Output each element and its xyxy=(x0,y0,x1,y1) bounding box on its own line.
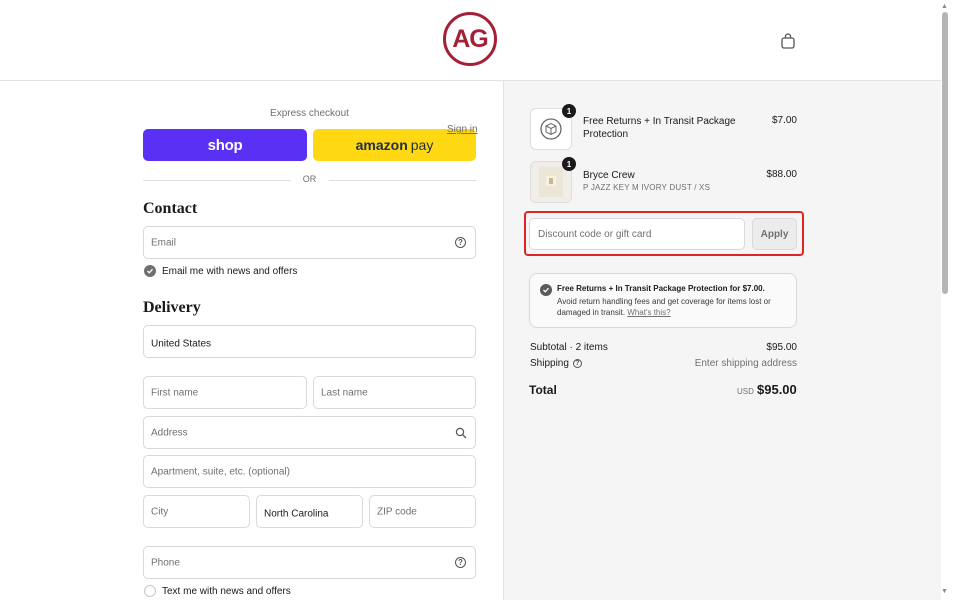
shop-pay-label: shop xyxy=(207,136,243,154)
amazon-pay-suffix: pay xyxy=(410,137,434,153)
delivery-title: Delivery xyxy=(143,299,201,316)
product-price: $7.00 xyxy=(771,115,797,126)
total-currency: USD xyxy=(737,387,754,396)
shopping-bag-icon[interactable] xyxy=(781,33,795,49)
shipping-value: Enter shipping address xyxy=(694,358,797,369)
product-price: $88.00 xyxy=(766,169,797,180)
newsletter-checkbox[interactable] xyxy=(144,265,156,277)
apply-label: Apply xyxy=(760,228,789,240)
product-name: Free Returns + In Transit Package Protec… xyxy=(583,116,736,140)
city-placeholder: City xyxy=(151,506,169,517)
scroll-up-arrow-icon[interactable]: ▲ xyxy=(941,3,948,10)
subtotal-label: Subtotal · 2 items xyxy=(530,342,608,353)
discount-code-input[interactable]: Discount code or gift card xyxy=(529,218,745,250)
protection-description: Avoid return handling fees and get cover… xyxy=(557,296,787,318)
last-name-field[interactable]: Last name xyxy=(313,376,476,409)
sms-checkbox-row[interactable]: Text me with news and offers xyxy=(144,585,291,597)
city-field[interactable]: City xyxy=(143,495,250,528)
first-name-field[interactable]: First name xyxy=(143,376,307,409)
phone-field[interactable]: Phone ? xyxy=(143,546,476,579)
total-label: Total xyxy=(529,383,557,397)
product-variant: P JAZZ KEY M IVORY DUST / XS xyxy=(583,183,711,192)
email-field[interactable]: Email ? xyxy=(143,226,476,259)
country-select[interactable]: United States xyxy=(143,325,476,358)
address-field[interactable]: Address xyxy=(143,416,476,449)
express-checkout-label: Express checkout xyxy=(270,108,349,119)
sms-checkbox[interactable] xyxy=(144,585,156,597)
newsletter-checkbox-row[interactable]: Email me with news and offers xyxy=(144,265,297,277)
sign-in-link[interactable]: Sign in xyxy=(447,124,478,135)
check-icon xyxy=(543,287,549,293)
discount-placeholder: Discount code or gift card xyxy=(538,229,652,240)
country-value: United States xyxy=(151,338,212,350)
shipping-label-row: Shipping ? xyxy=(530,358,582,369)
protection-title: Free Returns + In Transit Package Protec… xyxy=(557,284,765,293)
subtotal-value: $95.00 xyxy=(766,342,797,353)
brand-logo[interactable]: AG xyxy=(443,12,497,66)
last-name-placeholder: Last name xyxy=(321,387,368,398)
product-name: Bryce Crew xyxy=(583,170,635,181)
apartment-field[interactable]: Apartment, suite, etc. (optional) xyxy=(143,455,476,488)
address-placeholder: Address xyxy=(151,427,188,438)
total-value: $95.00 xyxy=(757,382,797,397)
checkout-header: AG xyxy=(0,0,941,81)
apartment-placeholder: Apartment, suite, etc. (optional) xyxy=(151,466,290,477)
state-select[interactable]: North Carolina xyxy=(256,495,363,528)
package-protection-box[interactable]: Free Returns + In Transit Package Protec… xyxy=(529,273,797,328)
shipping-label: Shipping xyxy=(530,358,569,369)
shop-pay-button[interactable]: shop xyxy=(143,129,307,161)
brand-logo-text: AG xyxy=(452,24,488,53)
email-placeholder: Email xyxy=(151,237,177,248)
amazon-pay-label: amazon xyxy=(355,137,408,153)
newsletter-label: Email me with news and offers xyxy=(162,265,298,277)
sms-label: Text me with news and offers xyxy=(162,585,291,597)
zip-field[interactable]: ZIP code xyxy=(369,495,476,528)
scroll-down-arrow-icon[interactable]: ▼ xyxy=(941,588,948,595)
zip-placeholder: ZIP code xyxy=(377,506,417,517)
quantity-badge: 1 xyxy=(562,157,576,171)
search-icon[interactable] xyxy=(455,427,467,439)
scrollbar-thumb[interactable] xyxy=(942,12,948,294)
phone-placeholder: Phone xyxy=(151,557,180,568)
or-label: OR xyxy=(302,174,317,184)
or-divider: OR xyxy=(143,173,476,187)
help-icon[interactable]: ? xyxy=(455,236,467,249)
state-value: North Carolina xyxy=(264,508,329,520)
first-name-placeholder: First name xyxy=(151,387,199,398)
quantity-badge: 1 xyxy=(562,104,576,118)
checkout-form: Express checkout shop amazon pay OR Conta… xyxy=(0,81,503,600)
apply-discount-button[interactable]: Apply xyxy=(752,218,797,250)
contact-title: Contact xyxy=(143,200,198,217)
whats-this-link[interactable]: What's this? xyxy=(627,308,670,317)
check-icon xyxy=(147,268,153,274)
help-icon[interactable]: ? xyxy=(572,359,582,368)
help-icon[interactable]: ? xyxy=(455,556,467,569)
protection-checkbox[interactable] xyxy=(540,284,552,296)
